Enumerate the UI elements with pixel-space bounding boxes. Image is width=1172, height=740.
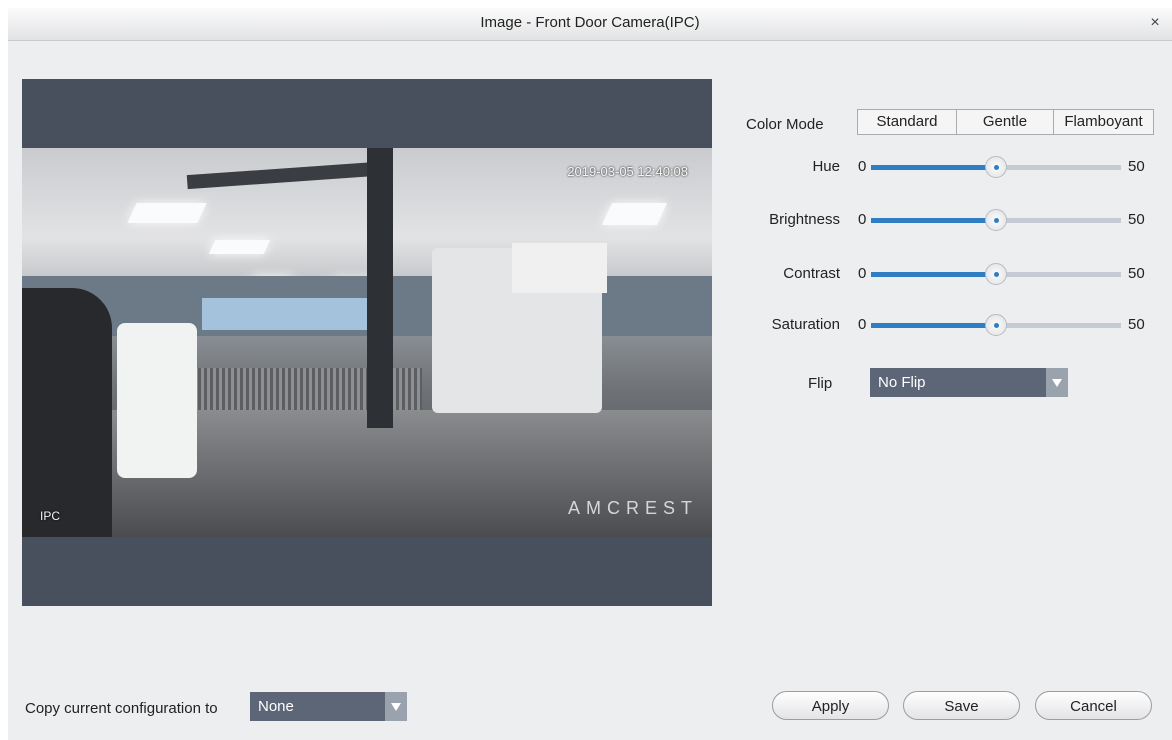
copy-config-select[interactable]: None xyxy=(250,692,407,721)
flip-select[interactable]: No Flip xyxy=(870,368,1068,397)
chevron-down-icon[interactable] xyxy=(385,692,407,721)
chevron-down-icon[interactable] xyxy=(1046,368,1068,397)
camera-feed-image: 2019-03-05 12:40:08 IPC AMCREST xyxy=(22,148,712,537)
close-icon[interactable]: × xyxy=(1144,8,1166,38)
saturation-slider-track[interactable] xyxy=(871,314,1121,336)
hue-max-value: 50 xyxy=(1128,158,1145,175)
saturation-min-value: 0 xyxy=(858,316,867,333)
saturation-label: Saturation xyxy=(771,316,840,333)
video-preview: 2019-03-05 12:40:08 IPC AMCREST xyxy=(22,79,712,606)
contrast-label: Contrast xyxy=(783,265,840,282)
amcrest-watermark: AMCREST xyxy=(567,498,698,518)
color-mode-standard-button[interactable]: Standard xyxy=(858,110,957,134)
color-mode-label: Color Mode xyxy=(746,116,824,133)
title-bar: Image - Front Door Camera(IPC) × xyxy=(8,8,1172,41)
contrast-slider-fill xyxy=(871,272,996,277)
contrast-slider-row: Contrast 0 50 xyxy=(718,262,1158,286)
contrast-slider-thumb[interactable] xyxy=(985,263,1007,285)
color-mode-group: Standard Gentle Flamboyant xyxy=(857,109,1154,135)
saturation-slider-thumb[interactable] xyxy=(985,314,1007,336)
hue-slider-fill xyxy=(871,165,996,170)
brightness-slider-thumb[interactable] xyxy=(985,209,1007,231)
saturation-slider-fill xyxy=(871,323,996,328)
copy-config-label: Copy current configuration to xyxy=(25,700,218,717)
brightness-slider-track[interactable] xyxy=(871,209,1121,231)
flip-select-value: No Flip xyxy=(878,374,926,391)
hue-min-value: 0 xyxy=(858,158,867,175)
dialog-title: Image - Front Door Camera(IPC) xyxy=(480,14,700,31)
hue-slider-track[interactable] xyxy=(871,156,1121,178)
hue-label: Hue xyxy=(812,158,840,175)
save-button[interactable]: Save xyxy=(903,691,1020,720)
brightness-max-value: 50 xyxy=(1128,211,1145,228)
hue-slider-row: Hue 0 50 xyxy=(718,155,1158,179)
color-mode-gentle-button[interactable]: Gentle xyxy=(957,110,1054,134)
apply-button[interactable]: Apply xyxy=(772,691,889,720)
contrast-max-value: 50 xyxy=(1128,265,1145,282)
contrast-slider-track[interactable] xyxy=(871,263,1121,285)
channel-label: IPC xyxy=(40,509,61,523)
saturation-slider-row: Saturation 0 50 xyxy=(718,313,1158,337)
copy-config-select-value: None xyxy=(258,698,294,715)
hue-slider-thumb[interactable] xyxy=(985,156,1007,178)
color-mode-flamboyant-button[interactable]: Flamboyant xyxy=(1054,110,1153,134)
brightness-min-value: 0 xyxy=(858,211,867,228)
brightness-slider-row: Brightness 0 50 xyxy=(718,208,1158,232)
contrast-min-value: 0 xyxy=(858,265,867,282)
timestamp-overlay: 2019-03-05 12:40:08 xyxy=(567,164,688,179)
cancel-button[interactable]: Cancel xyxy=(1035,691,1152,720)
brightness-slider-fill xyxy=(871,218,996,223)
flip-label: Flip xyxy=(808,375,833,392)
saturation-max-value: 50 xyxy=(1128,316,1145,333)
brightness-label: Brightness xyxy=(769,211,840,228)
